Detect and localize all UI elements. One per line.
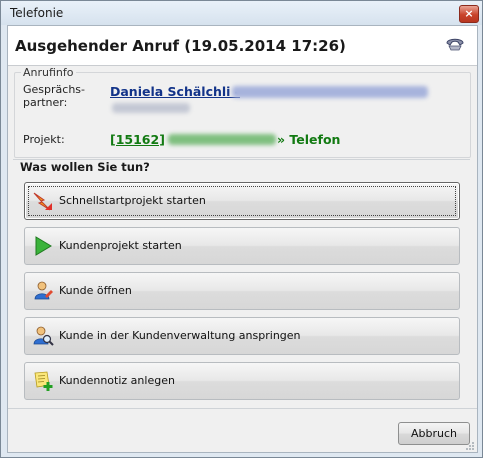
note-add-icon — [34, 371, 53, 391]
lightning-arrow-icon — [33, 192, 52, 211]
phone-handset-icon — [446, 38, 464, 51]
project-type-link[interactable]: » Telefon — [277, 132, 340, 147]
action-question: Was wollen Sie tun? — [20, 160, 150, 174]
redacted-company — [232, 86, 428, 98]
footer-divider — [8, 408, 477, 409]
project-number-link[interactable]: [15162] — [110, 132, 165, 147]
jump-customer-management-button[interactable]: Kunde in der Kundenverwaltung anspringen — [24, 317, 460, 355]
customer-project-button[interactable]: Kundenprojekt starten — [24, 227, 460, 265]
open-customer-button[interactable]: Kunde öffnen — [24, 272, 460, 310]
open-customer-label: Kunde öffnen — [59, 284, 132, 297]
window-title: Telefonie — [10, 6, 64, 20]
quickstart-project-button[interactable]: Schnellstartprojekt starten — [24, 182, 460, 220]
redacted-project-name — [168, 134, 276, 145]
anrufinfo-group: Anrufinfo Gesprächs- partner: Daniela Sc… — [14, 66, 471, 158]
telefonie-window: Telefonie × Ausgehender Anruf (19.05.201… — [0, 0, 483, 458]
quickstart-project-label: Schnellstartprojekt starten — [59, 194, 206, 207]
call-header: Ausgehender Anruf (19.05.2014 17:26) — [8, 26, 477, 66]
anrufinfo-label: Anrufinfo — [21, 66, 76, 79]
create-customer-note-label: Kundennotiz anlegen — [59, 374, 175, 387]
partner-label: Gesprächs- partner: — [23, 83, 85, 109]
play-icon — [35, 236, 52, 256]
partner-name-link[interactable]: Daniela Schälchli - — [110, 84, 240, 99]
call-title: Ausgehender Anruf (19.05.2014 17:26) — [15, 37, 346, 55]
redacted-phone-number — [112, 103, 190, 113]
dialog-body: Ausgehender Anruf (19.05.2014 17:26) Anr… — [7, 25, 478, 453]
resize-grip-icon[interactable] — [465, 441, 475, 451]
user-edit-icon — [34, 281, 53, 300]
project-label: Projekt: — [23, 133, 65, 146]
close-button[interactable]: × — [459, 5, 479, 23]
jump-customer-management-label: Kunde in der Kundenverwaltung anspringen — [59, 329, 301, 342]
cancel-button[interactable]: Abbruch — [398, 422, 470, 445]
user-search-icon — [33, 326, 54, 346]
create-customer-note-button[interactable]: Kundennotiz anlegen — [24, 362, 460, 400]
customer-project-label: Kundenprojekt starten — [59, 239, 182, 252]
title-bar[interactable]: Telefonie × — [1, 1, 482, 25]
